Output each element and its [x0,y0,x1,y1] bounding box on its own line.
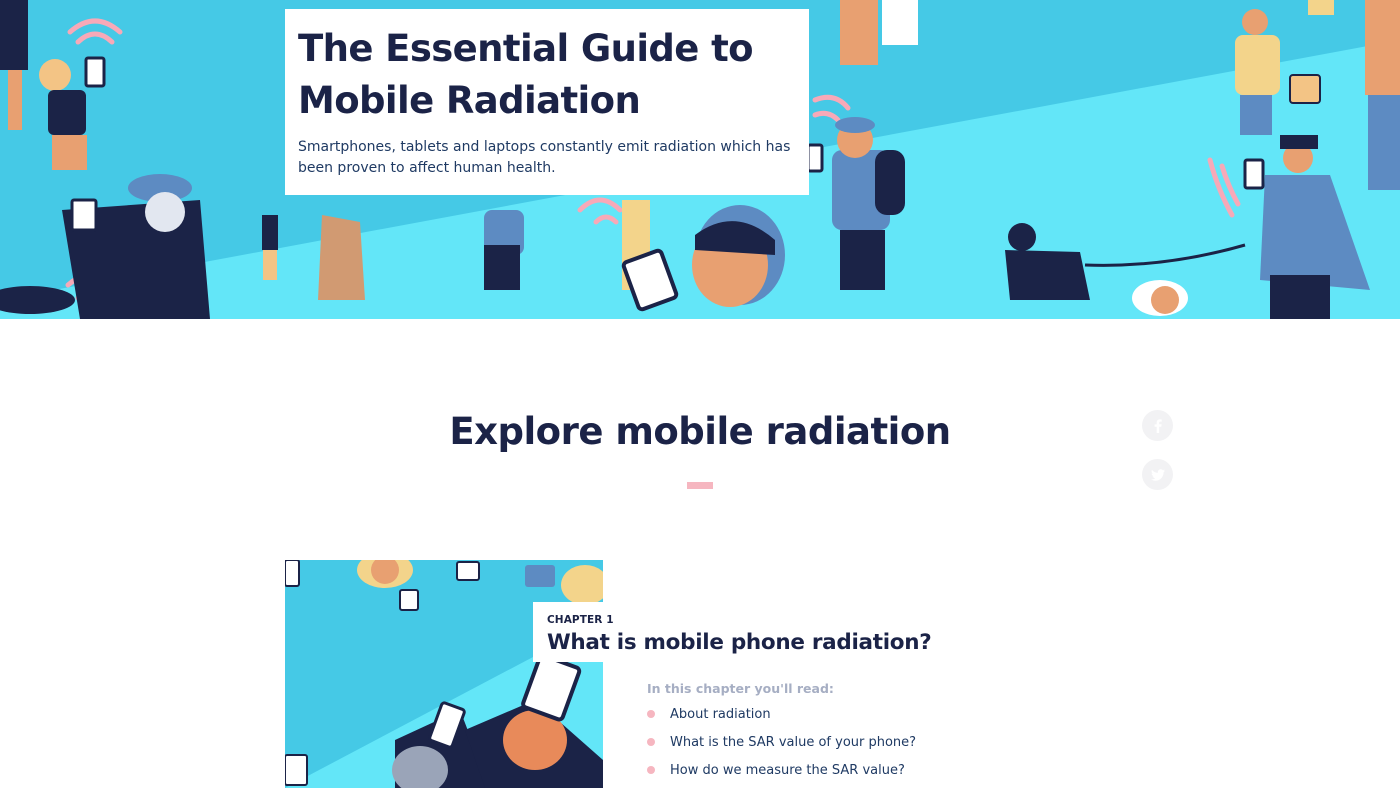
twitter-share-button[interactable] [1142,459,1173,490]
toc-item-measure-sar[interactable]: How do we measure the SAR value? [647,756,916,784]
bullet-icon [647,738,655,746]
hero-subtitle-line-2: been proven to affect human health. [298,160,556,176]
page-title: The Essential Guide to Mobile Radiation [298,23,797,127]
toc-item-label: What is the SAR value of your phone? [670,734,917,750]
section-divider [687,482,713,489]
hero-card: The Essential Guide to Mobile Radiation … [285,9,809,195]
toc-item-sar-value[interactable]: What is the SAR value of your phone? [647,728,916,756]
hero-subtitle: Smartphones, tablets and laptops constan… [298,137,797,179]
chapter-illustration [285,560,603,788]
toc-heading: In this chapter you'll read: [647,681,834,696]
section-title: Explore mobile radiation [449,410,951,453]
bullet-icon [647,766,655,774]
page-title-line-1: The Essential Guide to [298,27,754,70]
chapter-heading: CHAPTER 1 What is mobile phone radiation… [533,602,932,662]
chapter-title-link[interactable]: What is mobile phone radiation? [547,630,932,655]
chapter-kicker: CHAPTER 1 [547,614,614,626]
facebook-icon [1154,418,1162,433]
chapter-1-image[interactable] [285,560,603,788]
hero-subtitle-line-1: Smartphones, tablets and laptops constan… [298,139,791,155]
twitter-icon [1150,468,1165,481]
bullet-icon [647,710,655,718]
hero-banner: The Essential Guide to Mobile Radiation … [0,0,1400,319]
page-title-line-2: Mobile Radiation [298,79,641,122]
chapter-toc-list: About radiation What is the SAR value of… [647,700,916,784]
facebook-share-button[interactable] [1142,410,1173,441]
toc-item-label: How do we measure the SAR value? [670,762,905,778]
toc-item-about-radiation[interactable]: About radiation [647,700,916,728]
toc-item-label: About radiation [670,706,771,722]
